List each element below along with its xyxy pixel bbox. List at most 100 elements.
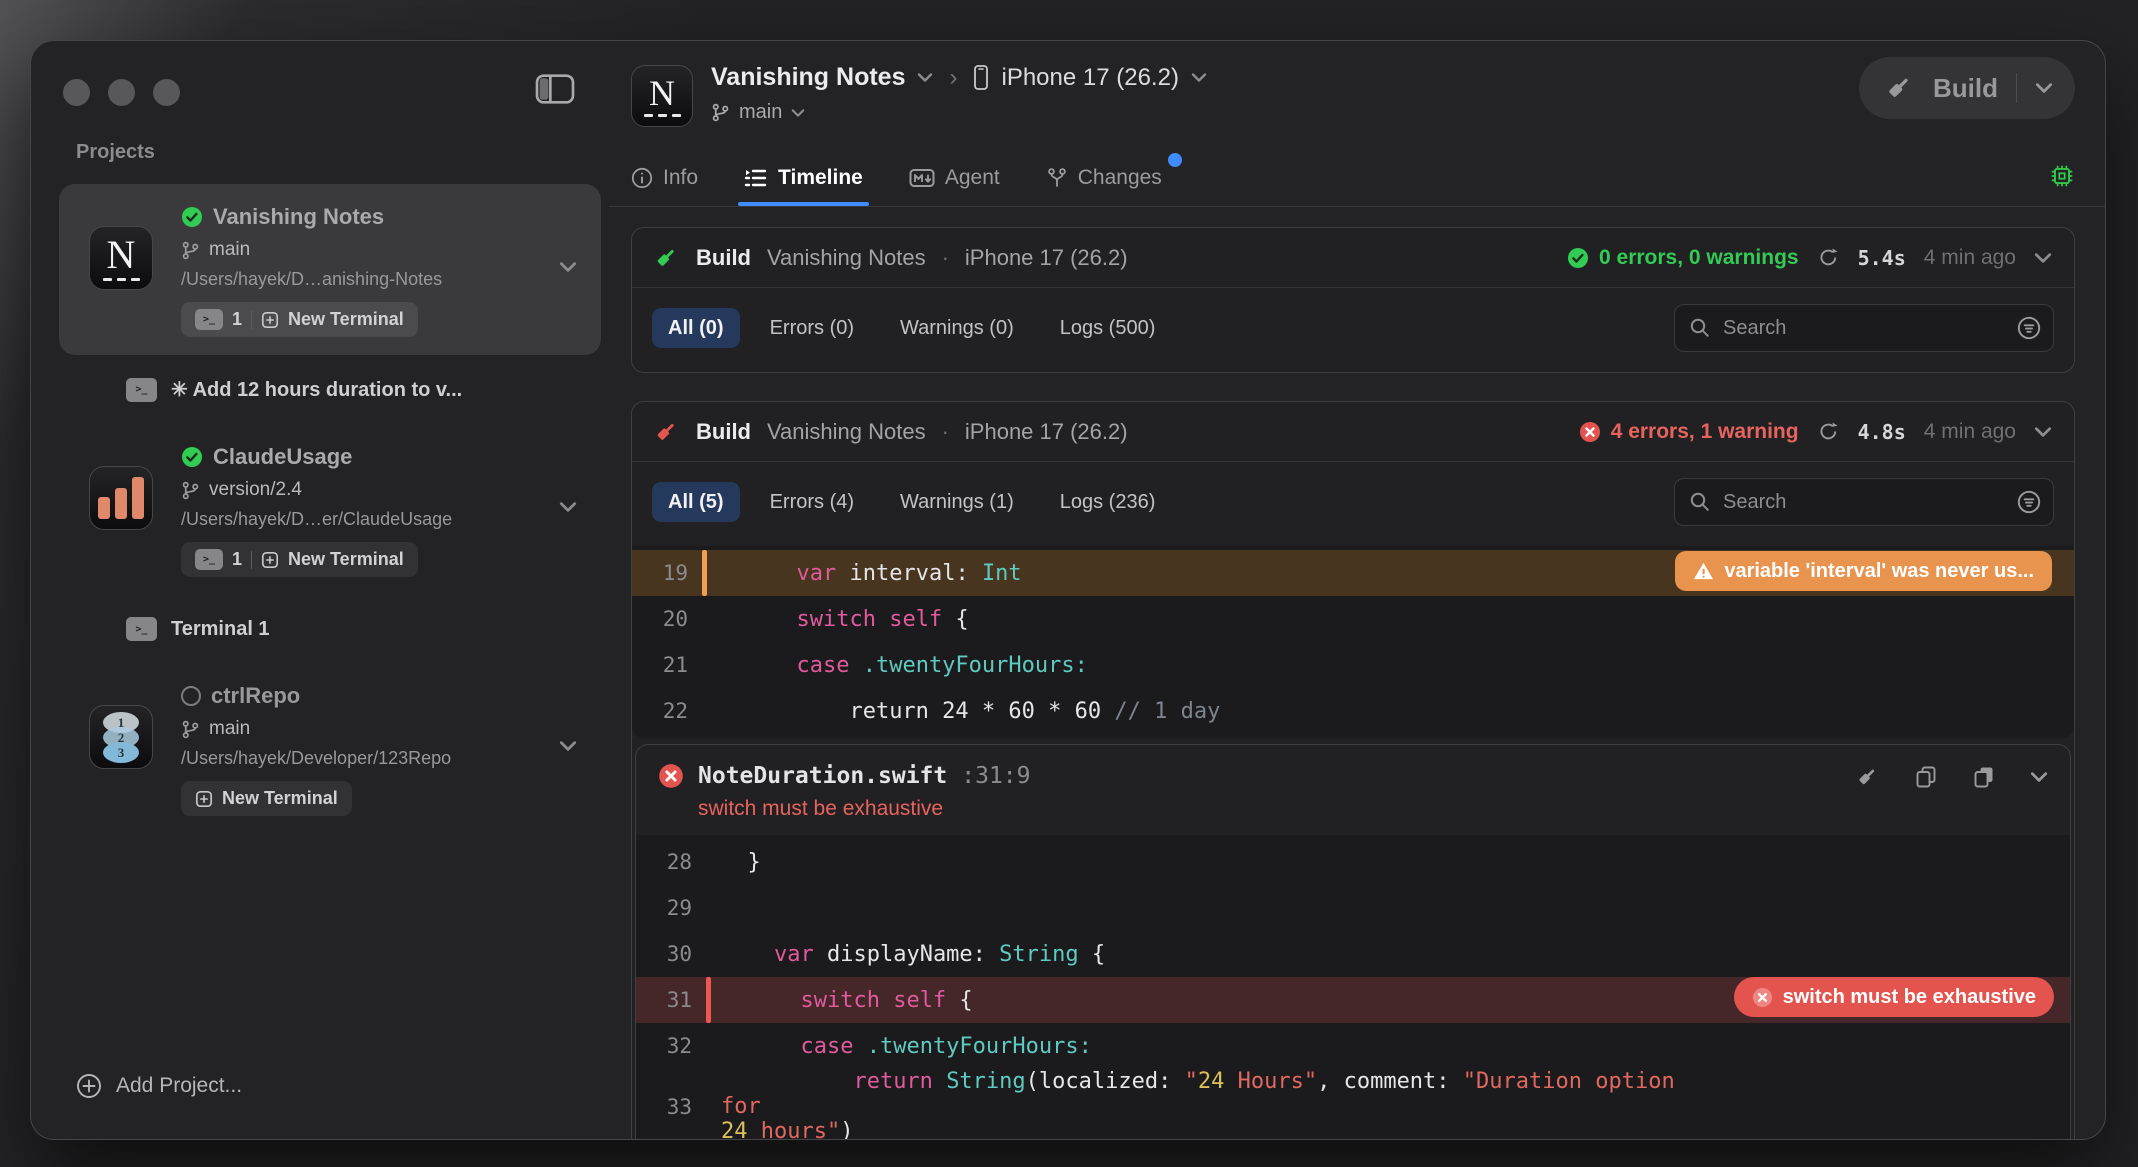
- plus-square-icon: [195, 790, 213, 808]
- terminal-icon: >_: [195, 309, 223, 330]
- breadcrumb-separator: ›: [949, 64, 957, 92]
- filter-all[interactable]: All (5): [652, 482, 740, 522]
- success-check-icon: [1567, 247, 1589, 269]
- branch-selector[interactable]: main: [739, 101, 782, 124]
- hammer-icon: [654, 419, 680, 445]
- device-selector[interactable]: iPhone 17 (26.2): [1001, 64, 1178, 92]
- build-card-success: Build Vanishing Notes · iPhone 17 (26.2)…: [631, 227, 2075, 373]
- build-status: 4 errors, 1 warning: [1579, 420, 1799, 444]
- chevron-down-icon[interactable]: [559, 740, 577, 752]
- search-input[interactable]: [1674, 478, 2054, 526]
- new-terminal-label: New Terminal: [288, 309, 404, 330]
- terminal-count: 1: [232, 309, 242, 330]
- collapse-chevron-icon[interactable]: [2034, 252, 2052, 264]
- tab-bar: Info Timeline Agent Changes: [609, 149, 2105, 207]
- copy-all-icon[interactable]: [1972, 765, 1996, 789]
- search-icon: [1688, 490, 1712, 514]
- error-x-icon: [1752, 987, 1773, 1008]
- issue-message: switch must be exhaustive: [698, 797, 2048, 821]
- new-terminal-pill[interactable]: New Terminal: [181, 781, 352, 816]
- build-duration: 4.8s: [1858, 420, 1906, 444]
- issue-header[interactable]: NoteDuration.swift :31:9 switch must be …: [636, 745, 2070, 835]
- chevron-down-icon[interactable]: [791, 108, 805, 118]
- filter-warnings[interactable]: Warnings (0): [884, 308, 1030, 348]
- git-branch-icon: [181, 241, 200, 260]
- project-item-ctrlrepo[interactable]: 123 ctrlRepo main /Users/hayek/Developer…: [59, 663, 601, 834]
- build-timestamp: 4 min ago: [1924, 420, 2016, 444]
- fix-hammer-icon[interactable]: [1856, 765, 1880, 789]
- error-badge[interactable]: switch must be exhaustive: [1734, 977, 2054, 1017]
- chevron-down-icon[interactable]: [559, 501, 577, 513]
- git-branch-icon: [711, 103, 730, 122]
- code-snippet-warning: variable 'interval' was never us... 19 v…: [632, 546, 2074, 738]
- filter-logs[interactable]: Logs (500): [1044, 308, 1172, 348]
- tab-info[interactable]: Info: [631, 149, 698, 206]
- tab-agent[interactable]: Agent: [909, 149, 1000, 206]
- build-options-chevron-icon[interactable]: [2035, 82, 2053, 94]
- chevron-down-icon[interactable]: [559, 261, 577, 273]
- zoom-window-button[interactable]: [153, 79, 180, 106]
- filter-errors[interactable]: Errors (0): [754, 308, 870, 348]
- project-name: Vanishing Notes: [213, 204, 384, 230]
- success-check-icon: [181, 206, 203, 228]
- search-filter-icon[interactable]: [2016, 315, 2042, 341]
- rebuild-icon[interactable]: [1817, 420, 1840, 443]
- session-item-add-12-hours[interactable]: >_ ✳ Add 12 hours duration to v...: [126, 377, 601, 402]
- main-content: N Vanishing Notes › iPhone 17 (26.2): [609, 41, 2105, 1139]
- search-filter-icon[interactable]: [2016, 489, 2042, 515]
- terminal-pill[interactable]: >_ 1 New Terminal: [181, 542, 418, 577]
- claudeusage-app-icon: [89, 466, 153, 530]
- add-project-button[interactable]: Add Project...: [76, 1073, 609, 1099]
- main-header: N Vanishing Notes › iPhone 17 (26.2): [609, 41, 2105, 149]
- terminal-pill[interactable]: >_ 1 New Terminal: [181, 302, 418, 337]
- filter-all[interactable]: All (0): [652, 308, 740, 348]
- chevron-down-icon[interactable]: [1191, 72, 1207, 83]
- sidebar: Projects N Vanishing Notes main /: [31, 41, 609, 1139]
- copy-icon[interactable]: [1914, 765, 1938, 789]
- issue-toolbar: [1856, 765, 2048, 789]
- collapse-chevron-icon[interactable]: [2034, 426, 2052, 438]
- plus-square-icon: [261, 311, 279, 329]
- project-path: /Users/hayek/D…er/ClaudeUsage: [181, 509, 581, 530]
- build-button[interactable]: Build: [1859, 57, 2075, 119]
- sidebar-toggle-icon[interactable]: [535, 71, 579, 107]
- timeline-icon: [744, 167, 768, 189]
- close-window-button[interactable]: [63, 79, 90, 106]
- success-check-icon: [181, 446, 203, 468]
- code-line-22: 22 return 24 * 60 * 60 // 1 day: [632, 688, 2074, 734]
- warning-badge[interactable]: variable 'interval' was never us...: [1675, 551, 2052, 591]
- rebuild-icon[interactable]: [1817, 246, 1840, 269]
- agent-icon: [909, 167, 935, 189]
- session-label: ✳ Add 12 hours duration to v...: [171, 377, 462, 402]
- search-input[interactable]: [1674, 304, 2054, 352]
- collapse-chevron-icon[interactable]: [2030, 771, 2048, 783]
- terminal-count: 1: [232, 549, 242, 570]
- tab-timeline[interactable]: Timeline: [744, 149, 863, 206]
- vanishing-notes-app-icon: N: [89, 226, 153, 290]
- filter-warnings[interactable]: Warnings (1): [884, 482, 1030, 522]
- build-card-failed: Build Vanishing Notes · iPhone 17 (26.2)…: [631, 401, 2075, 1139]
- error-x-icon: [1579, 421, 1601, 443]
- vanishing-notes-app-icon: N: [631, 65, 693, 127]
- build-card-header[interactable]: Build Vanishing Notes · iPhone 17 (26.2)…: [632, 228, 2074, 288]
- project-branch: main: [209, 239, 250, 261]
- plus-circle-icon: [76, 1073, 102, 1099]
- project-selector[interactable]: Vanishing Notes: [711, 63, 905, 92]
- tab-changes[interactable]: Changes: [1046, 149, 1162, 206]
- project-path: /Users/hayek/D…anishing-Notes: [181, 269, 581, 290]
- session-label: Terminal 1: [171, 618, 270, 641]
- build-card-header[interactable]: Build Vanishing Notes · iPhone 17 (26.2)…: [632, 402, 2074, 462]
- search-box: [1674, 478, 2054, 526]
- project-item-claudeusage[interactable]: ClaudeUsage version/2.4 /Users/hayek/D…e…: [59, 424, 601, 595]
- ctrlrepo-app-icon: 123: [89, 705, 153, 769]
- chevron-down-icon[interactable]: [917, 72, 933, 83]
- project-item-vanishing-notes[interactable]: N Vanishing Notes main /Users/hayek/D…an…: [59, 184, 601, 355]
- filter-errors[interactable]: Errors (4): [754, 482, 870, 522]
- code-line-28: 28 }: [636, 839, 2070, 885]
- chip-icon[interactable]: [2049, 163, 2075, 189]
- plus-square-icon: [261, 551, 279, 569]
- filter-logs[interactable]: Logs (236): [1044, 482, 1172, 522]
- terminal-icon: >_: [126, 617, 157, 641]
- minimize-window-button[interactable]: [108, 79, 135, 106]
- session-item-terminal-1[interactable]: >_ Terminal 1: [126, 617, 601, 641]
